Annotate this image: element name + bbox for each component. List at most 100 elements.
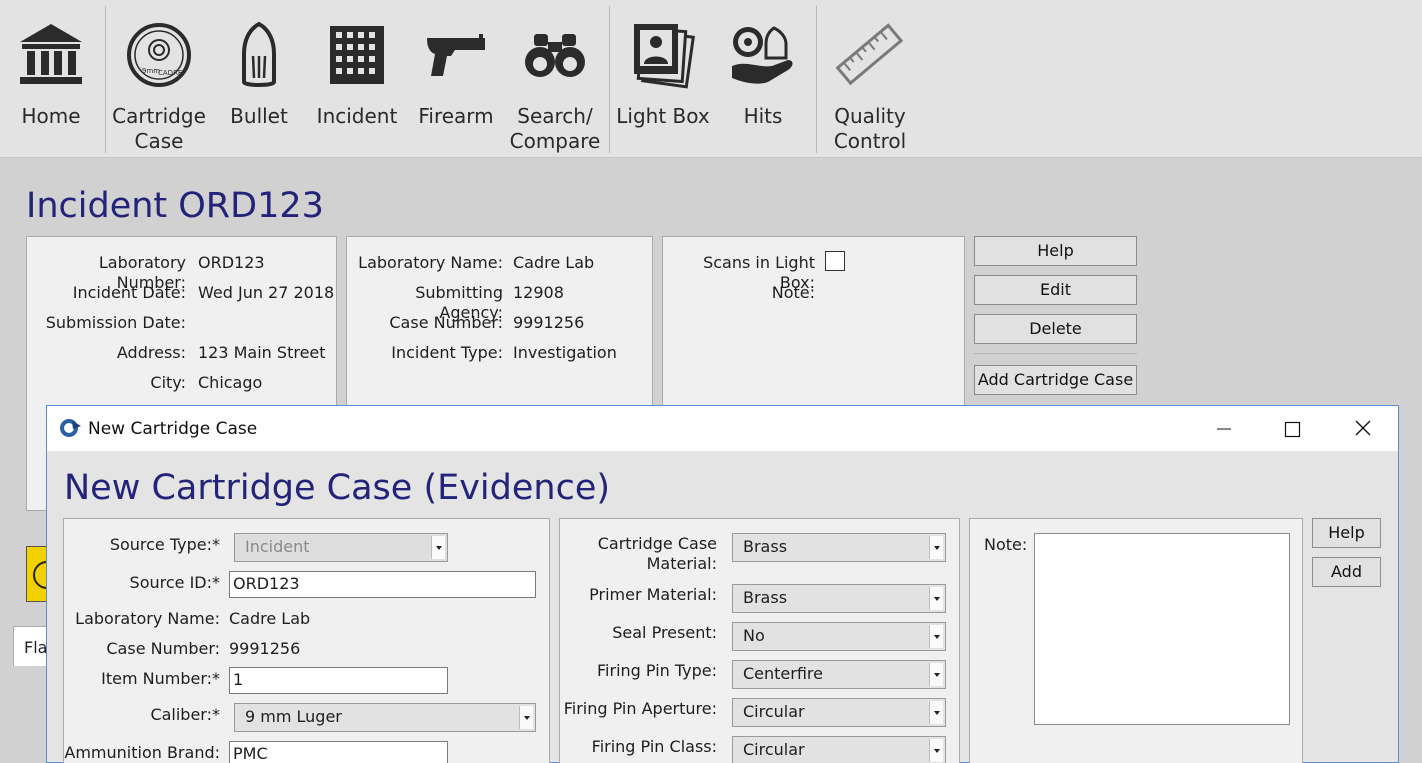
ribbon-cartridge-label-line1: Cartridge	[112, 104, 206, 128]
dialog-case-number-value: 9991256	[229, 639, 301, 658]
ribbon-hits-button[interactable]: Hits	[718, 0, 808, 158]
dialog-note-label: Note:	[984, 535, 1028, 554]
ribbon-search-compare-label: Search/ Compare	[508, 104, 602, 154]
caliber-select[interactable]: 9 mm Luger	[234, 703, 536, 732]
add-cartridge-case-button[interactable]: Add Cartridge Case	[974, 365, 1137, 395]
dialog-heading: New Cartridge Case (Evidence)	[64, 468, 611, 508]
close-button[interactable]	[1340, 416, 1386, 442]
dialog-help-button[interactable]: Help	[1312, 518, 1381, 548]
ribbon-home-button[interactable]: Home	[6, 0, 96, 158]
ribbon-qc-label-line2: Control	[833, 129, 907, 153]
maximize-button[interactable]	[1269, 416, 1315, 442]
firing-pin-type-value: Centerfire	[743, 664, 823, 683]
primer-material-select[interactable]: Brass	[732, 584, 946, 613]
ribbon-bullet-button[interactable]: Bullet	[214, 0, 304, 158]
ribbon-firearm-label: Firearm	[418, 104, 494, 128]
lab-name-label: Laboratory Name:	[358, 253, 503, 272]
firing-pin-aperture-label: Firing Pin Aperture:	[563, 699, 717, 718]
ammo-brand-label: Ammunition Brand:	[64, 743, 220, 762]
photo-stack-icon	[634, 24, 695, 89]
ribbon-light-box-button[interactable]: Light Box	[614, 0, 712, 158]
firing-pin-aperture-value: Circular	[743, 702, 805, 721]
scans-light-box-checkbox[interactable]	[825, 251, 845, 271]
maximize-icon	[1284, 421, 1301, 438]
cc-material-label-line2: Material:	[646, 554, 717, 573]
dialog-lab-name-value: Cadre Lab	[229, 609, 311, 628]
incident-delete-button[interactable]: Delete	[974, 314, 1137, 344]
ribbon-incident-button[interactable]: Incident	[312, 0, 402, 158]
item-number-input[interactable]: 1	[229, 667, 448, 694]
museum-icon	[20, 24, 82, 84]
source-type-label: Source Type:*	[109, 535, 220, 554]
pistol-icon	[427, 34, 485, 76]
new-cartridge-case-dialog: New Cartridge Case New Cartridge Case (E…	[46, 405, 1399, 763]
chevron-down-icon	[929, 739, 943, 762]
logo-badge	[26, 546, 48, 602]
city-label: City:	[150, 373, 186, 392]
ribbon-separator	[609, 6, 610, 153]
incident-type-value: Investigation	[513, 343, 617, 362]
ammo-brand-input[interactable]: PMC	[229, 741, 448, 763]
cc-material-select[interactable]: Brass	[732, 533, 946, 562]
cc-material-label-line1: Cartridge Case	[597, 534, 717, 553]
ribbon-cartridge-label-line2: Case	[134, 129, 184, 153]
firing-pin-type-select[interactable]: Centerfire	[732, 660, 946, 689]
city-value: Chicago	[198, 373, 263, 392]
minimize-button[interactable]	[1201, 416, 1247, 442]
incident-date-label: Incident Date:	[72, 283, 186, 302]
source-id-input[interactable]: ORD123	[229, 571, 536, 598]
incident-date-value: Wed Jun 27 2018	[198, 283, 335, 302]
firing-pin-class-label: Firing Pin Class:	[591, 737, 717, 756]
caliber-label: Caliber:*	[150, 705, 220, 724]
ribbon-firearm-button[interactable]: Firearm	[410, 0, 502, 158]
ribbon-search-label-line1: Search/	[517, 104, 593, 128]
hits-hand-icon	[732, 26, 793, 84]
incident-note-label: Note:	[771, 283, 815, 302]
dialog-panel-left: Source Type:* Incident Source ID:* ORD12…	[63, 518, 550, 763]
app-logo-icon	[60, 419, 81, 437]
ribbon-search-compare-button[interactable]: Search/ Compare	[508, 0, 602, 158]
incident-help-button[interactable]: Help	[974, 236, 1137, 266]
chevron-down-icon	[929, 663, 943, 686]
chevron-down-icon	[929, 625, 943, 648]
ribbon-quality-control-label: Quality Control	[822, 104, 918, 154]
ribbon-incident-label: Incident	[316, 104, 398, 128]
button-separator	[974, 353, 1137, 354]
chevron-down-icon	[929, 701, 943, 724]
chevron-down-icon	[929, 536, 943, 559]
cartridge-cadre-text: CADRE	[158, 69, 182, 77]
case-number-label: Case Number:	[389, 313, 503, 332]
ribbon-qc-label-line1: Quality	[834, 104, 906, 128]
primer-material-value: Brass	[743, 588, 788, 607]
chevron-down-icon	[431, 536, 445, 559]
lab-name-value: Cadre Lab	[513, 253, 595, 272]
ribbon-search-label-line2: Compare	[509, 129, 601, 153]
caliber-value: 9 mm Luger	[245, 707, 342, 726]
seal-present-select[interactable]: No	[732, 622, 946, 651]
ribbon-separator	[105, 6, 106, 153]
minimize-icon	[1217, 428, 1231, 430]
ribbon-toolbar: Home 9mm CADRE Cartridge Case Bullet Inc…	[0, 0, 1422, 158]
ribbon-quality-control-button[interactable]: Quality Control	[822, 0, 918, 158]
primer-material-label: Primer Material:	[589, 585, 717, 604]
bullet-icon	[242, 21, 276, 87]
dialog-add-button[interactable]: Add	[1312, 557, 1381, 587]
firing-pin-aperture-select[interactable]: Circular	[732, 698, 946, 727]
incident-edit-button[interactable]: Edit	[974, 275, 1137, 305]
case-number-value: 9991256	[513, 313, 585, 332]
cc-material-value: Brass	[743, 537, 788, 556]
ruler-icon	[835, 23, 904, 86]
seal-present-value: No	[743, 626, 765, 645]
ribbon-cartridge-case-button[interactable]: 9mm CADRE Cartridge Case	[112, 0, 206, 158]
firing-pin-class-select[interactable]: Circular	[732, 736, 946, 763]
note-textarea[interactable]	[1034, 533, 1290, 725]
ribbon-cartridge-case-label: Cartridge Case	[112, 104, 206, 154]
agency-value: 12908	[513, 283, 564, 302]
source-type-select[interactable]: Incident	[234, 533, 448, 562]
address-label: Address:	[116, 343, 186, 362]
submission-date-label: Submission Date:	[45, 313, 186, 332]
source-type-value: Incident	[245, 537, 310, 556]
dialog-panel-note: Note:	[969, 518, 1303, 763]
firing-pin-class-value: Circular	[743, 740, 805, 759]
dialog-case-number-label: Case Number:	[106, 639, 220, 658]
